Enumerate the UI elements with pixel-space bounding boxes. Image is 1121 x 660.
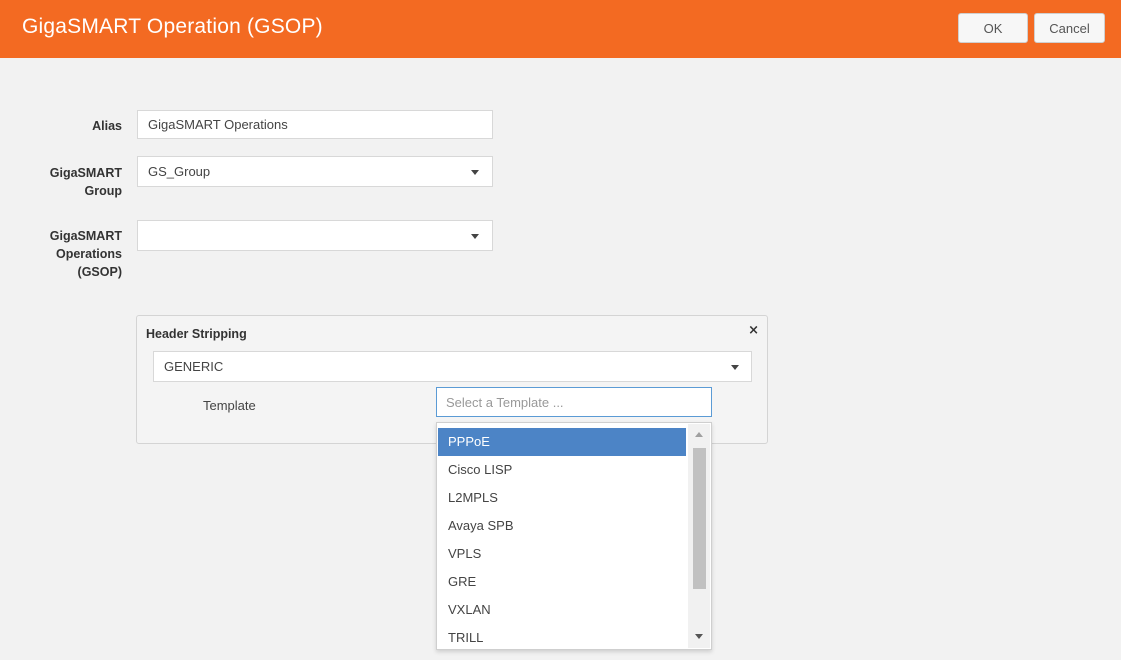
scrollbar-thumb[interactable] [693,448,706,589]
scroll-down-icon[interactable] [695,634,703,639]
chevron-down-icon [731,365,739,370]
scroll-up-icon[interactable] [695,432,703,437]
dialog-title: GigaSMART Operation (GSOP) [22,15,323,38]
cancel-button[interactable]: Cancel [1034,13,1105,43]
template-label: Template [203,398,256,413]
template-option[interactable]: Cisco LISP [438,456,686,484]
gsop-label: GigaSMART Operations (GSOP) [20,227,122,281]
template-option[interactable]: VPLS [438,540,686,568]
gigasmart-group-select[interactable]: GS_Group [137,156,493,187]
template-search-input[interactable]: Select a Template ... [436,387,712,417]
stripping-type-value: GENERIC [164,359,224,374]
template-option[interactable]: L2MPLS [438,484,686,512]
gsop-select[interactable] [137,220,493,251]
ok-button[interactable]: OK [958,13,1028,43]
template-option[interactable]: Avaya SPB [438,512,686,540]
template-options-list: PPPoE Cisco LISP L2MPLS Avaya SPB VPLS G… [438,428,686,652]
template-option[interactable]: VXLAN [438,596,686,624]
template-dropdown[interactable]: PPPoE Cisco LISP L2MPLS Avaya SPB VPLS G… [436,422,712,650]
gsop-label-line2: Operations [56,247,122,261]
alias-label: Alias [92,119,122,133]
stripping-type-select[interactable]: GENERIC [153,351,752,382]
chevron-down-icon [471,234,479,239]
gsop-label-line3: (GSOP) [77,265,122,279]
chevron-down-icon [471,170,479,175]
gigasmart-group-label-line2: Group [84,184,123,198]
template-option[interactable]: GRE [438,568,686,596]
gigasmart-group-label-line1: GigaSMART [49,166,122,180]
panel-title: Header Stripping [146,327,247,341]
alias-input[interactable]: GigaSMART Operations [137,110,493,139]
template-option[interactable]: PPPoE [438,428,686,456]
dropdown-scrollbar[interactable] [688,424,710,648]
close-icon[interactable]: × [748,323,759,338]
gigasmart-group-value: GS_Group [148,164,211,179]
gsop-label-line1: GigaSMART [49,229,122,243]
template-option[interactable]: TRILL [438,624,686,652]
gigasmart-group-label: GigaSMART Group [20,164,122,200]
dialog-header: GigaSMART Operation (GSOP) OK Cancel [0,0,1121,58]
